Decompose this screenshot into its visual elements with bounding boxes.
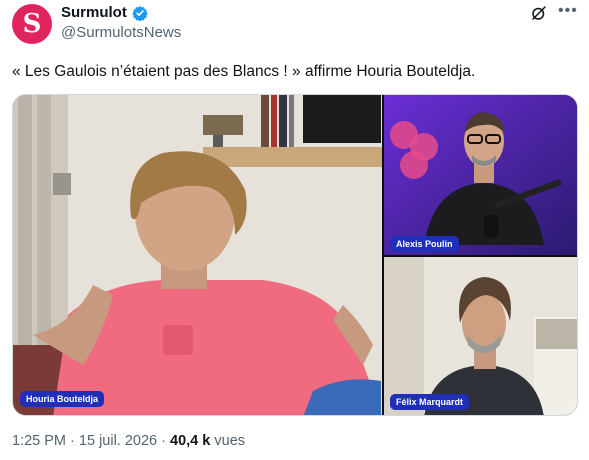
verified-badge-icon xyxy=(132,6,148,21)
separator: · xyxy=(70,433,75,449)
more-options-icon[interactable]: ••• xyxy=(558,2,578,20)
tweet-text: « Les Gaulois n’étaient pas des Blancs !… xyxy=(12,63,476,80)
speaker-one-name-tag: Houria Bouteldja xyxy=(20,391,105,407)
avatar[interactable]: S xyxy=(12,4,52,44)
avatar-letter: S xyxy=(22,9,42,39)
separator: · xyxy=(161,433,166,449)
speaker-three-scene xyxy=(384,257,577,415)
grok-icon[interactable] xyxy=(530,4,548,22)
speaker-one-scene xyxy=(13,95,382,415)
tweet-time[interactable]: 1:25 PM xyxy=(12,433,66,449)
video-media[interactable]: Houria Bouteldja Alexis Poulin Félix Mar… xyxy=(12,94,578,416)
account-name[interactable]: Surmulot xyxy=(61,4,127,21)
speaker-two-scene xyxy=(384,95,577,255)
views-label: vues xyxy=(214,433,246,449)
video-pane-main: Houria Bouteldja xyxy=(13,95,382,415)
account-handle[interactable]: @SurmulotsNews xyxy=(61,24,181,41)
video-pane-bottom-right: Félix Marquardt xyxy=(384,257,577,415)
video-pane-top-right: Alexis Poulin xyxy=(384,95,577,255)
speaker-two-name-tag: Alexis Poulin xyxy=(390,236,459,252)
tweet-date[interactable]: 15 juil. 2026 xyxy=(79,433,157,449)
speaker-three-name-tag: Félix Marquardt xyxy=(390,394,470,410)
views-count: 40,4 k xyxy=(170,433,211,449)
tweet-timestamp: 1:25 PM · 15 juil. 2026 · 40,4 k vues xyxy=(12,433,245,449)
